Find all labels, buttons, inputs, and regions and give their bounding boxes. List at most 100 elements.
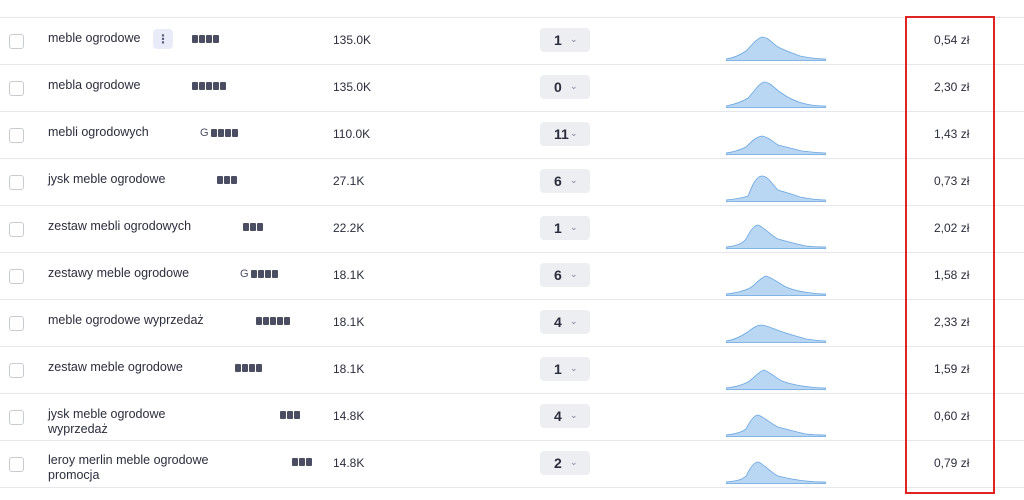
video-icon: video (294, 411, 300, 419)
keyword-text[interactable]: jysk meble ogrodowe wyprzedaż (48, 407, 228, 437)
table-row[interactable]: jysk meble ogrodoweimageshoppingvideo 27.… (0, 159, 1024, 206)
row-checkbox[interactable] (9, 34, 24, 49)
search-volume: 14.8K (333, 456, 365, 470)
shopping-icon: shopping (206, 82, 212, 90)
difficulty-value: 6 (554, 173, 562, 189)
difficulty-dropdown[interactable]: 1 ⌄ (540, 28, 590, 52)
video-icon: video (231, 176, 237, 184)
serp-features: Gimagemapshoppingvideo (240, 268, 278, 280)
difficulty-dropdown[interactable]: 11 ⌄ (540, 122, 590, 146)
search-volume: 18.1K (333, 362, 365, 376)
row-checkbox[interactable] (9, 410, 24, 425)
search-volume: 22.2K (333, 221, 365, 235)
table-row[interactable]: jysk meble ogrodowe wyprzedaż imageshoppi… (0, 394, 1024, 441)
trend-sparkline (726, 414, 826, 437)
trend-sparkline (726, 175, 826, 202)
map-icon: map (242, 364, 248, 372)
difficulty-dropdown[interactable]: 1 ⌄ (540, 216, 590, 240)
row-menu-button[interactable]: ⋮ (153, 29, 173, 49)
difficulty-dropdown[interactable]: 6 ⌄ (540, 169, 590, 193)
trend-sparkline (726, 135, 826, 155)
serp-features: imagemapshoppingvideobook (256, 315, 290, 327)
cpc-column-highlight (905, 16, 995, 494)
row-checkbox[interactable] (9, 269, 24, 284)
shopping-icon: shopping (264, 270, 271, 278)
difficulty-value: 0 (554, 79, 562, 95)
table-row[interactable]: meble ogrodowe⋮imagemapshoppingvideo135.… (0, 18, 1024, 65)
row-checkbox[interactable] (9, 128, 24, 143)
keyword-text[interactable]: zestawy meble ogrodowe (48, 266, 228, 281)
keyword-text[interactable]: leroy merlin meble ogrodowe promocja (48, 453, 228, 483)
table-row[interactable]: meble ogrodowe wyprzedaż imagemapshopping… (0, 300, 1024, 347)
shopping-icon: shopping (224, 129, 231, 137)
chevron-down-icon: ⌄ (570, 81, 578, 91)
image-icon: image (243, 223, 249, 231)
shopping-icon: shopping (287, 411, 293, 419)
table-row[interactable]: leroy merlin meble ogrodowe promocja imag… (0, 441, 1024, 488)
difficulty-dropdown[interactable]: 4 ⌄ (540, 404, 590, 428)
difficulty-value: 6 (554, 267, 562, 283)
serp-features: imageshoppingvideo (243, 221, 263, 233)
chevron-down-icon: ⌄ (570, 457, 578, 467)
serp-features: imagemapshoppingvideo (235, 362, 262, 374)
difficulty-value: 2 (554, 455, 562, 471)
serp-features: imagemapshoppingvideo (192, 33, 219, 45)
video-icon: video (231, 129, 238, 137)
search-volume: 18.1K (333, 315, 365, 329)
chevron-down-icon: ⌄ (570, 222, 578, 232)
serp-features: imageshoppingvideo (292, 456, 312, 468)
table-row[interactable]: mebli ogrodowychGimagemapshoppingvideo11… (0, 112, 1024, 159)
google-icon: G (240, 268, 249, 280)
difficulty-dropdown[interactable]: 6 ⌄ (540, 263, 590, 287)
map-icon: map (217, 129, 224, 137)
difficulty-value: 1 (554, 220, 562, 236)
image-icon: image (292, 458, 298, 466)
map-icon: map (199, 35, 205, 43)
keyword-text[interactable]: zestaw mebli ogrodowych (48, 219, 228, 234)
google-icon: G (200, 127, 209, 139)
search-volume: 18.1K (333, 268, 365, 282)
keywords-table: meble ogrodowe⋮imagemapshoppingvideo135.… (0, 0, 1024, 488)
difficulty-value: 11 (554, 126, 569, 142)
keyword-text[interactable]: zestaw meble ogrodowe (48, 360, 228, 375)
table-row[interactable]: zestaw mebli ogrodowych imageshoppingvide… (0, 206, 1024, 253)
image-icon: image (256, 317, 262, 325)
difficulty-dropdown[interactable]: 2 ⌄ (540, 451, 590, 475)
video-icon: video (306, 458, 312, 466)
image-icon: image (280, 411, 286, 419)
row-checkbox[interactable] (9, 222, 24, 237)
shopping-icon: shopping (249, 364, 255, 372)
trend-sparkline (726, 369, 826, 390)
video-icon: video (213, 82, 219, 90)
map-icon: map (263, 317, 269, 325)
image-icon: image (192, 35, 198, 43)
search-volume: 110.0K (333, 127, 371, 141)
trend-sparkline (726, 461, 826, 484)
row-checkbox[interactable] (9, 363, 24, 378)
serp-features: Gimagemapshoppingvideo (200, 127, 238, 139)
book-icon: book (220, 82, 226, 90)
map-icon: map (199, 82, 205, 90)
table-row[interactable]: mebla ogrodoweimagemapshoppingvideobook1… (0, 65, 1024, 112)
difficulty-dropdown[interactable]: 4 ⌄ (540, 310, 590, 334)
table-row[interactable]: zestaw meble ogrodowe imagemapshoppingvid… (0, 347, 1024, 394)
shopping-icon: shopping (250, 223, 256, 231)
table-body: meble ogrodowe⋮imagemapshoppingvideo135.… (0, 18, 1024, 488)
keyword-text[interactable]: meble ogrodowe wyprzedaż (48, 313, 228, 328)
table-row[interactable]: zestawy meble ogrodowe Gimagemapshoppingv… (0, 253, 1024, 300)
trend-sparkline (726, 275, 826, 296)
image-icon: image (250, 270, 257, 278)
video-icon: video (213, 35, 219, 43)
row-checkbox[interactable] (9, 316, 24, 331)
search-volume: 27.1K (333, 174, 365, 188)
row-checkbox[interactable] (9, 81, 24, 96)
row-checkbox[interactable] (9, 457, 24, 472)
difficulty-dropdown[interactable]: 1 ⌄ (540, 357, 590, 381)
table-top-edge (0, 0, 1024, 18)
difficulty-dropdown[interactable]: 0 ⌄ (540, 75, 590, 99)
image-icon: image (235, 364, 241, 372)
video-icon: video (257, 223, 263, 231)
serp-features: imageshoppingvideo (280, 409, 300, 421)
keyword-text[interactable]: jysk meble ogrodowe (48, 172, 228, 187)
row-checkbox[interactable] (9, 175, 24, 190)
